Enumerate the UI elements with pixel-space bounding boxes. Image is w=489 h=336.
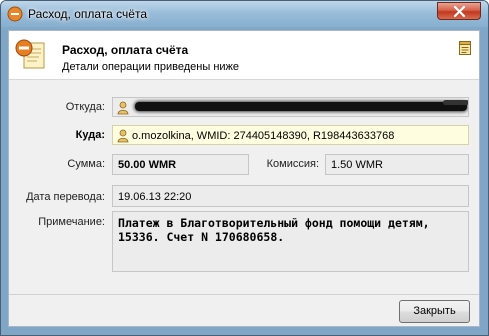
payment-icon: [15, 38, 49, 77]
payment-icon: [7, 6, 23, 22]
commission-label: Комиссия:: [266, 158, 319, 170]
amount-label: Сумма:: [67, 158, 105, 170]
footer-divider: [9, 294, 479, 295]
commission-value: 1.50 WMR: [331, 159, 383, 171]
receipt-icon[interactable]: [458, 40, 472, 61]
dialog-title: Расход, оплата счёта: [62, 43, 189, 57]
dialog-header: Расход, оплата счёта Детали операции при…: [9, 31, 479, 80]
redaction-bar: [443, 100, 468, 105]
wallet-icon: [117, 129, 131, 144]
note-field: Платеж в Благотворительный фонд помощи д…: [112, 211, 469, 272]
from-field: [112, 97, 469, 117]
amount-value: 50.00 WMR: [118, 159, 177, 171]
window-title: Расход, оплата счёта: [28, 7, 148, 21]
dialog-body: Расход, оплата счёта Детали операции при…: [8, 30, 480, 327]
note-value: Платеж в Благотворительный фонд помощи д…: [118, 216, 430, 244]
wallet-icon: [117, 101, 131, 116]
to-field: o.mozolkina, WMID: 274405148390, R198443…: [112, 125, 469, 145]
title-bar[interactable]: Расход, оплата счёта: [1, 1, 488, 27]
close-icon: [453, 6, 466, 17]
amount-field: 50.00 WMR: [112, 154, 249, 175]
date-field: 19.06.13 22:20: [112, 185, 469, 207]
note-label: Примечание:: [38, 216, 105, 228]
close-button[interactable]: Закрыть: [399, 300, 470, 323]
date-value: 19.06.13 22:20: [118, 191, 192, 203]
payment-window: Расход, оплата счёта Расход, оплата счёт: [0, 0, 489, 336]
dialog-subtitle: Детали операции приведены ниже: [62, 61, 240, 73]
date-label: Дата перевода:: [26, 191, 105, 203]
window-close-button[interactable]: [437, 2, 481, 20]
commission-field: 1.50 WMR: [325, 154, 469, 175]
to-value: o.mozolkina, WMID: 274405148390, R198443…: [132, 130, 395, 142]
to-label: Куда:: [75, 129, 105, 141]
redaction-bar: [135, 102, 467, 111]
from-label: Откуда:: [65, 101, 105, 113]
